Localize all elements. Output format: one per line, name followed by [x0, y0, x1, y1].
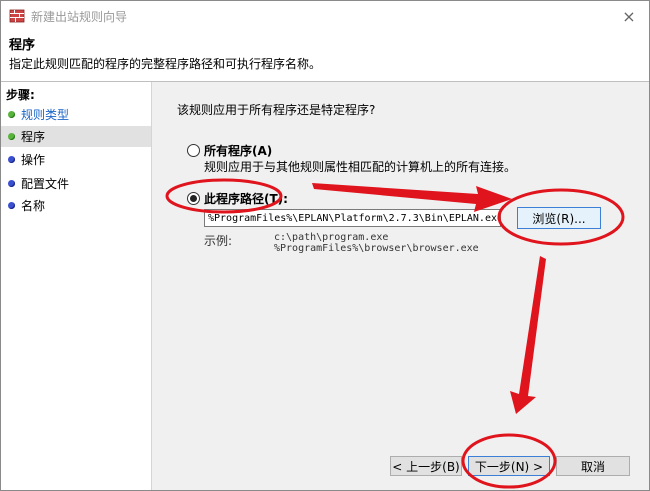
steps-title: 步骤:	[6, 88, 35, 102]
example-paths: c:\path\program.exe %ProgramFiles%\brows…	[274, 232, 479, 254]
cancel-button[interactable]: 取消	[556, 456, 630, 476]
close-icon: ×	[622, 6, 636, 26]
example-label: 示例:	[204, 234, 233, 248]
all-programs-description: 规则应用于与其他规则属性相匹配的计算机上的所有连接。	[204, 160, 517, 174]
sidebar-item-label: 名称	[21, 199, 46, 213]
program-path-input[interactable]: %ProgramFiles%\EPLAN\Platform\2.7.3\Bin\…	[204, 209, 501, 227]
sidebar-item-rule-type[interactable]: 规则类型	[1, 104, 151, 125]
sidebar-item-label: 程序	[21, 130, 46, 144]
title-bar: 新建出站规则向导 ×	[1, 1, 649, 31]
steps-sidebar: 步骤: 规则类型 程序 操作 配置文件 名称	[1, 82, 152, 490]
page-header: 程序 指定此规则匹配的程序的完整程序路径和可执行程序名称。	[1, 31, 649, 82]
sidebar-item-name: 名称	[1, 195, 151, 216]
program-path-radio[interactable]	[187, 192, 200, 205]
sidebar-item-program[interactable]: 程序	[1, 126, 151, 147]
all-programs-radio[interactable]	[187, 144, 200, 157]
sidebar-item-profile: 配置文件	[1, 173, 151, 194]
sidebar-item-label: 操作	[21, 153, 46, 167]
all-programs-label[interactable]: 所有程序(A)	[204, 142, 272, 159]
page-description: 指定此规则匹配的程序的完整程序路径和可执行程序名称。	[9, 57, 322, 71]
step-pending-icon	[8, 180, 15, 187]
wizard-window: 新建出站规则向导 × 程序 指定此规则匹配的程序的完整程序路径和可执行程序名称。…	[0, 0, 650, 491]
step-pending-icon	[8, 156, 15, 163]
back-button[interactable]: < 上一步(B)	[390, 456, 462, 476]
sidebar-item-label: 规则类型	[21, 108, 70, 122]
window-title: 新建出站规则向导	[31, 10, 128, 24]
close-button[interactable]: ×	[609, 1, 649, 31]
step-pending-icon	[8, 202, 15, 209]
next-button[interactable]: 下一步(N) >	[468, 456, 550, 476]
browse-button[interactable]: 浏览(R)...	[517, 207, 601, 229]
program-path-label[interactable]: 此程序路径(T):	[204, 190, 288, 207]
page-title: 程序	[9, 38, 36, 53]
sidebar-item-label: 配置文件	[21, 177, 70, 191]
step-current-icon	[8, 133, 15, 140]
sidebar-item-action: 操作	[1, 149, 151, 170]
step-completed-icon	[8, 111, 15, 118]
firewall-app-icon	[9, 9, 25, 23]
question-text: 该规则应用于所有程序还是特定程序?	[177, 103, 376, 117]
